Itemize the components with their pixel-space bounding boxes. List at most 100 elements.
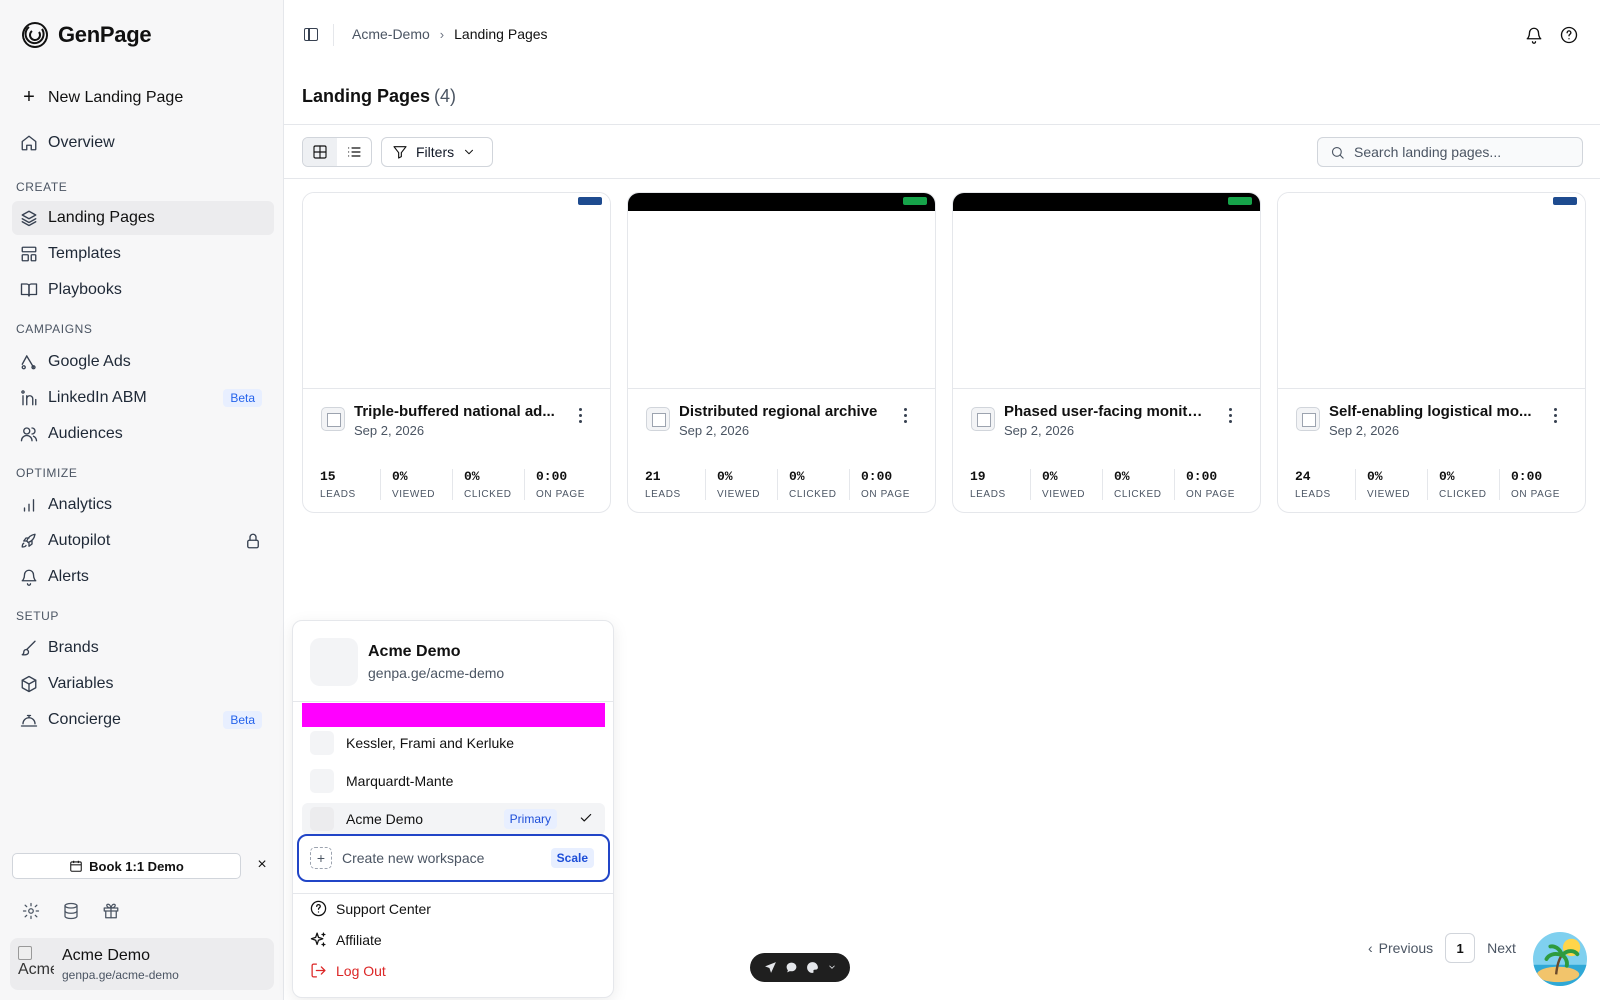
sidebar-item-brands[interactable]: Brands bbox=[12, 631, 274, 665]
app-logo[interactable]: GenPage bbox=[20, 20, 152, 50]
workspace-option[interactable]: Kessler, Frami and Kerluke bbox=[302, 727, 605, 759]
page-preview-thumbnail[interactable] bbox=[1278, 193, 1585, 389]
user-account-card[interactable]: Acme Acme Demo genpa.ge/acme-demo bbox=[10, 938, 274, 990]
card-stats: 15 LEADS 0% VIEWED 0% CLICKED 0:00 ON PAGE bbox=[320, 469, 596, 500]
stat-value: 24 bbox=[1295, 469, 1311, 484]
sidebar-item-label: Templates bbox=[48, 245, 121, 262]
chevron-down-icon[interactable] bbox=[827, 959, 837, 977]
lock-icon bbox=[247, 533, 259, 549]
page-preview-thumbnail[interactable] bbox=[953, 193, 1260, 389]
genpage-logo-icon bbox=[22, 22, 48, 48]
landing-page-card[interactable]: Triple-buffered national ad... Sep 2, 202… bbox=[302, 192, 611, 513]
support-center-link[interactable]: Support Center bbox=[310, 900, 431, 917]
workspace-option[interactable]: Marquardt-Mante bbox=[302, 765, 605, 797]
sidebar-item-audiences[interactable]: Audiences bbox=[12, 417, 274, 451]
brush-icon bbox=[21, 640, 36, 656]
workspace-url: genpa.ge/acme-demo bbox=[368, 665, 505, 681]
landing-page-card[interactable]: Self-enabling logistical mo... Sep 2, 202… bbox=[1277, 192, 1586, 513]
stat-viewed: 0% VIEWED bbox=[1355, 469, 1427, 500]
more-options-icon[interactable] bbox=[1549, 405, 1561, 425]
sidebar-item-templates[interactable]: Templates bbox=[12, 237, 274, 271]
gift-icon[interactable] bbox=[102, 902, 120, 920]
concierge-bell-icon bbox=[20, 714, 38, 727]
more-options-icon[interactable] bbox=[1224, 405, 1236, 425]
sidebar-item-alerts[interactable]: Alerts bbox=[12, 560, 274, 594]
help-button[interactable] bbox=[1560, 26, 1578, 49]
sidebar-item-label: Analytics bbox=[48, 496, 113, 513]
book-demo-label: Book 1:1 Demo bbox=[89, 858, 184, 874]
google-ads-icon bbox=[21, 355, 36, 370]
sidebar-item-label: Google Ads bbox=[48, 353, 131, 370]
book-demo-button[interactable]: Book 1:1 Demo bbox=[12, 853, 241, 879]
preview-header bbox=[1278, 193, 1585, 211]
pagination: ‹ Previous 1 Next bbox=[1368, 933, 1516, 963]
stat-value: 0:00 bbox=[1511, 469, 1543, 484]
page-preview-thumbnail[interactable] bbox=[303, 193, 610, 389]
beta-badge: Beta bbox=[223, 711, 262, 729]
sidebar-item-variables[interactable]: Variables bbox=[12, 667, 274, 701]
app-name: GenPage bbox=[58, 22, 152, 47]
sidebar-item-linkedin-abm[interactable]: LinkedIn ABM Beta bbox=[12, 381, 274, 415]
chat-bubble-icon[interactable] bbox=[785, 961, 798, 974]
sidebar-item-landing-pages[interactable]: Landing Pages bbox=[12, 201, 274, 235]
more-options-icon[interactable] bbox=[899, 405, 911, 425]
card-title[interactable]: Triple-buffered national ad... bbox=[354, 403, 559, 420]
search-input[interactable] bbox=[1354, 144, 1574, 160]
card-title[interactable]: Phased user-facing monito... bbox=[1004, 403, 1209, 420]
workspace-option-name: Acme Demo bbox=[346, 811, 424, 827]
new-landing-page-button[interactable]: + New Landing Page bbox=[20, 86, 183, 109]
affiliate-link[interactable]: Affiliate bbox=[310, 931, 382, 948]
page-number-button[interactable]: 1 bbox=[1445, 933, 1476, 963]
palette-icon[interactable] bbox=[806, 961, 819, 974]
sidebar-item-google-ads[interactable]: Google Ads bbox=[12, 345, 274, 379]
search-box bbox=[1317, 137, 1583, 167]
stat-label: CLICKED bbox=[1114, 489, 1162, 500]
previous-page-button[interactable]: ‹ Previous bbox=[1368, 940, 1433, 956]
rocket-icon bbox=[21, 533, 36, 548]
sidebar-item-autopilot[interactable]: Autopilot bbox=[12, 524, 274, 558]
stat-value: 21 bbox=[645, 469, 661, 484]
workspace-option-selected[interactable]: Acme Demo Primary bbox=[302, 803, 605, 835]
list-icon bbox=[348, 147, 361, 157]
floating-toolbar[interactable] bbox=[750, 953, 850, 982]
card-date: Sep 2, 2026 bbox=[1329, 423, 1400, 438]
grid-view-button[interactable] bbox=[303, 138, 337, 166]
top-bar: Acme-Demo › Landing Pages bbox=[284, 0, 1600, 70]
filters-button[interactable]: Filters bbox=[381, 137, 493, 167]
user-name: Acme Demo bbox=[62, 947, 151, 964]
sidebar-item-label: Overview bbox=[48, 134, 115, 151]
breadcrumb: Acme-Demo › Landing Pages bbox=[352, 26, 548, 42]
log-out-icon bbox=[311, 963, 326, 978]
check-icon bbox=[579, 811, 593, 828]
database-icon[interactable] bbox=[62, 902, 80, 920]
sidebar-item-label: Brands bbox=[48, 639, 99, 656]
home-icon bbox=[21, 135, 37, 151]
stat-leads: 19 LEADS bbox=[970, 469, 1030, 500]
stat-value: 0% bbox=[717, 469, 733, 484]
page-preview-thumbnail[interactable] bbox=[628, 193, 935, 389]
card-title[interactable]: Distributed regional archive bbox=[679, 403, 884, 420]
landing-page-card[interactable]: Phased user-facing monito... Sep 2, 2026 1… bbox=[952, 192, 1261, 513]
sidebar-item-analytics[interactable]: Analytics bbox=[12, 488, 274, 522]
sidebar-item-concierge[interactable]: Concierge Beta bbox=[12, 703, 274, 737]
next-page-button[interactable]: Next bbox=[1487, 940, 1516, 956]
card-stats: 19 LEADS 0% VIEWED 0% CLICKED 0:00 ON PAGE bbox=[970, 469, 1246, 500]
assistant-avatar[interactable] bbox=[1533, 932, 1587, 986]
sidebar-item-label: Variables bbox=[48, 675, 114, 692]
landing-page-card[interactable]: Distributed regional archive Sep 2, 2026 2… bbox=[627, 192, 936, 513]
create-workspace-button[interactable]: + Create new workspace Scale bbox=[297, 834, 610, 882]
sidebar-toggle-icon[interactable] bbox=[304, 28, 318, 41]
breadcrumb-workspace[interactable]: Acme-Demo bbox=[352, 26, 430, 42]
notifications-button[interactable] bbox=[1525, 26, 1543, 49]
close-icon[interactable]: × bbox=[254, 856, 270, 874]
sidebar-item-overview[interactable]: Overview bbox=[12, 126, 274, 160]
send-icon[interactable] bbox=[764, 961, 777, 974]
log-out-button[interactable]: Log Out bbox=[310, 962, 386, 979]
stat-label: LEADS bbox=[970, 489, 1006, 500]
more-options-icon[interactable] bbox=[574, 405, 586, 425]
list-view-button[interactable] bbox=[337, 138, 371, 166]
sidebar-item-playbooks[interactable]: Playbooks bbox=[12, 273, 274, 307]
stat-on-page: 0:00 ON PAGE bbox=[1174, 469, 1246, 500]
gear-icon[interactable] bbox=[22, 902, 40, 920]
card-title[interactable]: Self-enabling logistical mo... bbox=[1329, 403, 1534, 420]
